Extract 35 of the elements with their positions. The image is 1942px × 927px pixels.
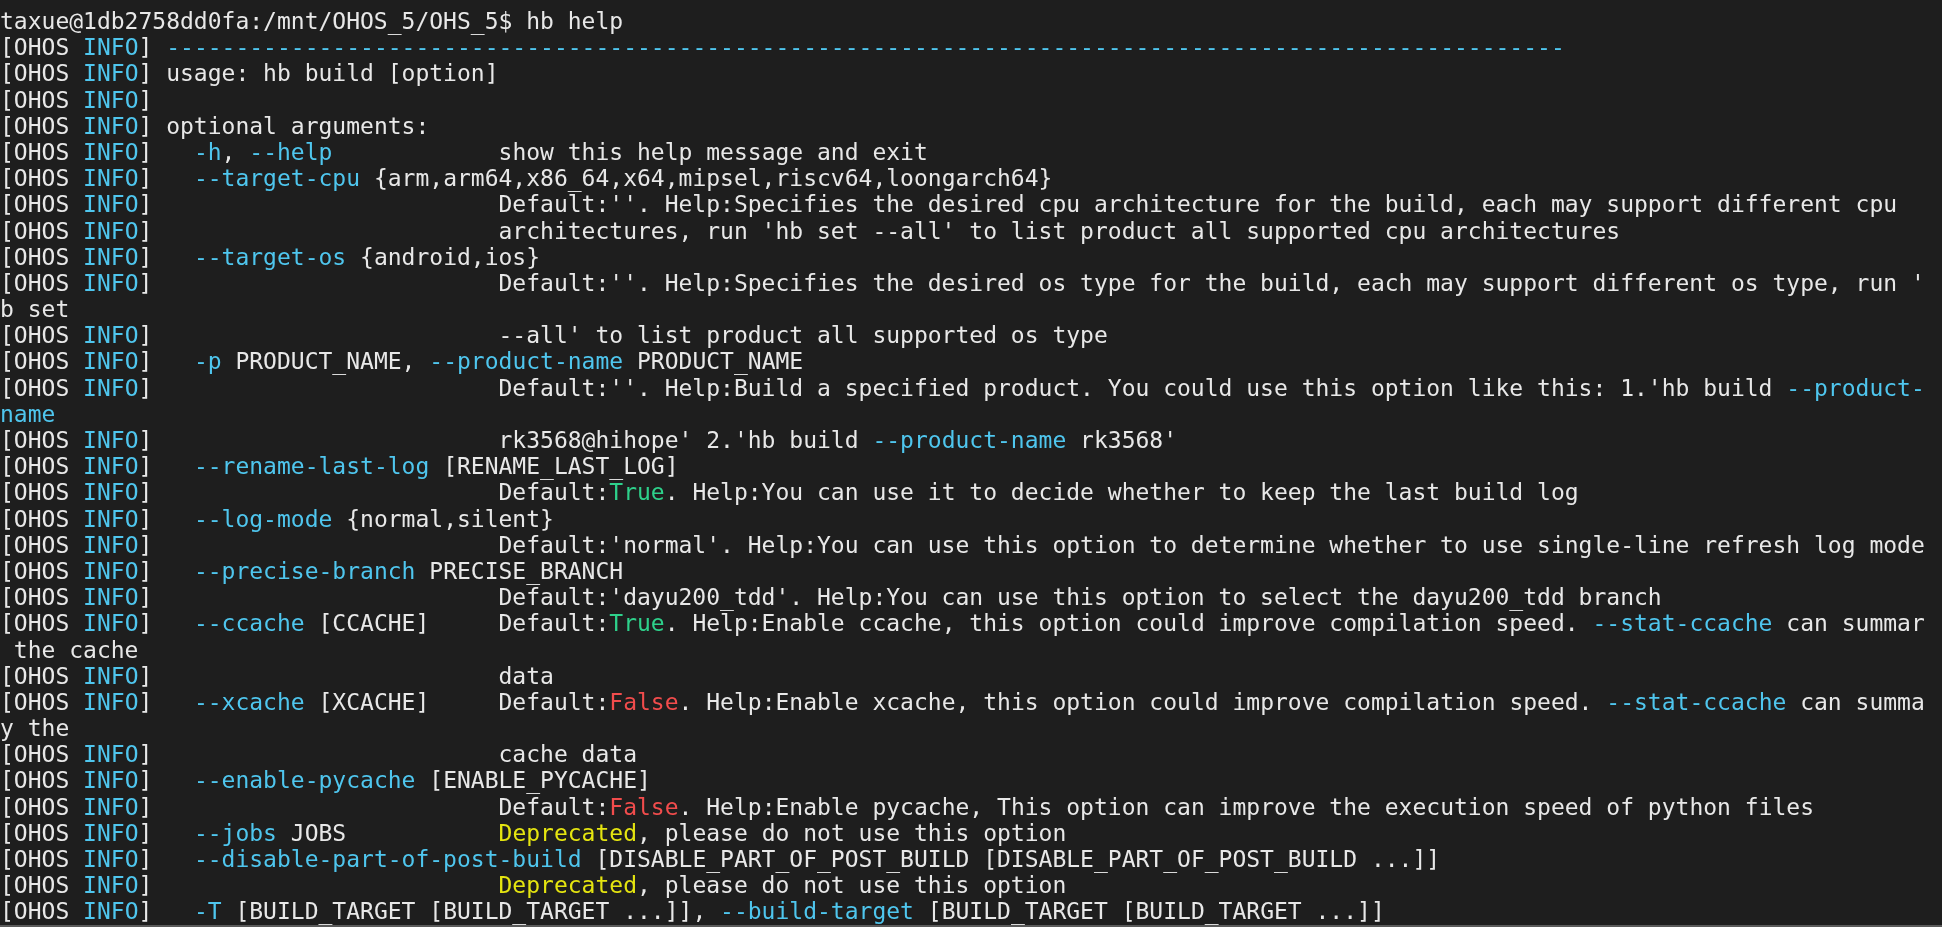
- terminal-line: taxue@1db2758dd0fa:/mnt/OHOS_5/OHS_5$ hb help: [0, 8, 624, 35]
- terminal-line: [OHOS INFO] Default:False. Help:Enable pycache, This option can improve the execution speed of python files: [0, 793, 1814, 820]
- terminal-line: [OHOS INFO] data: [0, 662, 554, 689]
- terminal-line: [OHOS INFO] --log-mode {normal,silent}: [0, 505, 554, 532]
- terminal-line: the cache: [12, 636, 139, 663]
- terminal-line: [OHOS INFO] Deprecated, please do not use this option: [0, 872, 1067, 899]
- terminal-line: [OHOS INFO] -----------------------------------------------------------------------------------------------------: [0, 34, 1565, 61]
- terminal-line: [OHOS INFO] Default:True. Help:You can use it to decide whether to keep the last build log: [0, 479, 1579, 506]
- terminal-line: [OHOS INFO] -T [BUILD_TARGET [BUILD_TARGET ...]], --build-target [BUILD_TARGET [BUILD_TARGET ...]]: [0, 898, 1385, 925]
- terminal-line: [OHOS INFO] Default:'normal'. Help:You can use this option to determine whether to use single-line refresh log mode: [0, 531, 1925, 558]
- terminal-line: b set: [0, 296, 70, 323]
- terminal-line: [OHOS INFO] --rename-last-log [RENAME_LAST_LOG]: [0, 453, 679, 480]
- terminal-line: [OHOS INFO] --disable-part-of-post-build [DISABLE_PART_OF_POST_BUILD [DISABLE_PART_OF_POST_BUILD ...]]: [0, 846, 1441, 873]
- terminal-line: [OHOS INFO] --ccache [CCACHE] Default:True. Help:Enable ccache, this option could improve compilation speed. --stat-ccache can summar: [0, 610, 1925, 637]
- terminal-line: [OHOS INFO] rk3568@hihope' 2.'hb build --product-name rk3568': [0, 427, 1178, 454]
- terminal-line: [OHOS INFO] --target-os {android,ios}: [0, 243, 541, 270]
- terminal-line: [OHOS INFO] --jobs JOBS Deprecated, please do not use this option: [0, 819, 1067, 846]
- terminal-line: [OHOS INFO] Default:''. Help:Build a specified product. You could use this option like this: 1.'hb build --product-: [0, 374, 1925, 401]
- terminal-line: [OHOS INFO] --enable-pycache [ENABLE_PYCACHE]: [0, 767, 651, 794]
- terminal-line: [OHOS INFO] cache data: [0, 741, 637, 768]
- terminal-line: [OHOS INFO] --all' to list product all supported os type: [0, 322, 1108, 349]
- terminal-line: [OHOS INFO] Default:''. Help:Specifies the desired os type for the build, each may support different os type, run ': [0, 269, 1925, 297]
- terminal-line: [OHOS INFO] architectures, run 'hb set --all' to list product all supported cpu architectures: [0, 217, 1621, 244]
- terminal-line: [OHOS INFO] Default:''. Help:Specifies the desired cpu architecture for the build, each may support different cpu: [0, 191, 1898, 218]
- terminal-line: [OHOS INFO]: [0, 86, 153, 113]
- terminal-line: [OHOS INFO] --precise-branch PRECISE_BRANCH: [0, 557, 624, 585]
- terminal-line: y the: [0, 715, 70, 742]
- terminal-line: [OHOS INFO] --target-cpu {arm,arm64,x86_64,x64,mipsel,riscv64,loongarch64}: [0, 165, 1053, 192]
- terminal-line: [OHOS INFO] -h, --help show this help message and exit: [0, 138, 928, 166]
- terminal-line: [OHOS INFO] --xcache [XCACHE] Default:False. Help:Enable xcache, this option could improve compilation speed. --stat-ccache can summa: [0, 688, 1925, 716]
- terminal-line: [OHOS INFO] Default:'dayu200_tdd'. Help:You can use this option to select the dayu200_tdd branch: [0, 584, 1662, 611]
- terminal-line: [OHOS INFO] optional arguments:: [0, 112, 430, 139]
- terminal-line: [OHOS INFO] usage: hb build [option]: [0, 60, 499, 87]
- terminal-line: name: [0, 400, 56, 427]
- terminal-line: [OHOS INFO] -p PRODUCT_NAME, --product-name PRODUCT_NAME: [0, 348, 804, 375]
